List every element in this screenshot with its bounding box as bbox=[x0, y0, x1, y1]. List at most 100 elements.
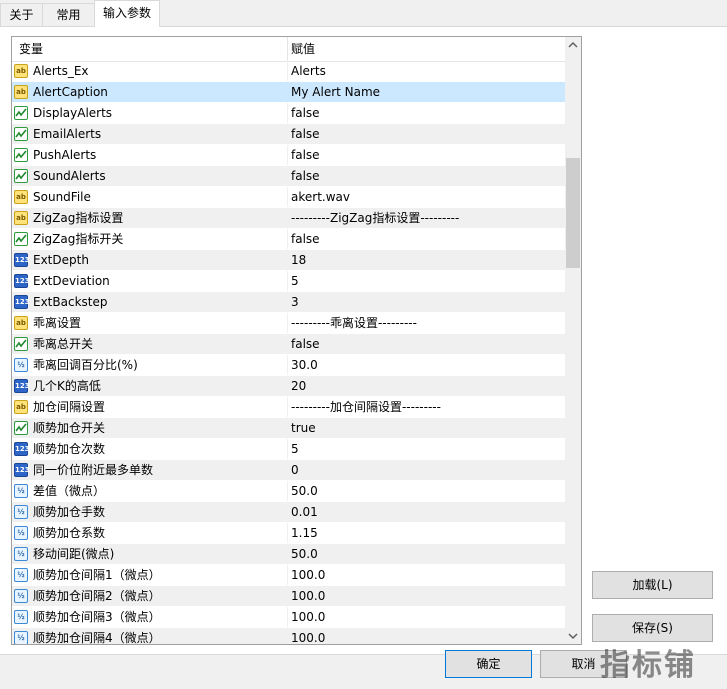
table-row[interactable]: DisplayAlerts false bbox=[12, 103, 565, 124]
parameter-name: SoundAlerts bbox=[33, 169, 106, 183]
bool-type-icon bbox=[14, 232, 28, 246]
parameter-value[interactable]: ---------加仓间隔设置--------- bbox=[291, 397, 441, 417]
grid-rows: ab Alerts_Ex Alerts ab AlertCaption My Alert … bbox=[12, 61, 565, 644]
bool-type-icon bbox=[14, 337, 28, 351]
parameter-name: ExtDepth bbox=[33, 253, 89, 267]
parameter-name: 几个K的高低 bbox=[33, 379, 101, 393]
parameter-value[interactable]: ---------乖离设置--------- bbox=[291, 313, 417, 333]
parameter-value[interactable]: 5 bbox=[291, 271, 299, 291]
string-type-icon: ab bbox=[14, 190, 28, 204]
string-type-icon: ab bbox=[14, 211, 28, 225]
table-row[interactable]: PushAlerts false bbox=[12, 145, 565, 166]
table-row[interactable]: 123 几个K的高低 20 bbox=[12, 376, 565, 397]
parameter-value[interactable]: 50.0 bbox=[291, 544, 318, 564]
parameter-value[interactable]: 0.01 bbox=[291, 502, 318, 522]
parameter-name: EmailAlerts bbox=[33, 127, 102, 141]
table-row[interactable]: ½ 顺势加仓间隔3（微点） 100.0 bbox=[12, 607, 565, 628]
scroll-down-arrow-icon[interactable] bbox=[565, 627, 581, 644]
header-separator[interactable] bbox=[287, 37, 288, 61]
table-row[interactable]: ZigZag指标开关 false bbox=[12, 229, 565, 250]
string-type-icon: ab bbox=[14, 316, 28, 330]
parameter-value[interactable]: ---------ZigZag指标设置--------- bbox=[291, 208, 459, 228]
parameter-name: 顺势加仓间隔3（微点） bbox=[33, 610, 161, 624]
table-row[interactable]: SoundAlerts false bbox=[12, 166, 565, 187]
parameter-name: 乖离回调百分比(%) bbox=[33, 358, 138, 372]
table-row[interactable]: 123 顺势加仓次数 5 bbox=[12, 439, 565, 460]
table-row[interactable]: ab 乖离设置 ---------乖离设置--------- bbox=[12, 313, 565, 334]
parameter-name: PushAlerts bbox=[33, 148, 97, 162]
table-row[interactable]: 乖离总开关 false bbox=[12, 334, 565, 355]
table-row[interactable]: ab 加仓间隔设置 ---------加仓间隔设置--------- bbox=[12, 397, 565, 418]
parameter-value[interactable]: 5 bbox=[291, 439, 299, 459]
parameter-value[interactable]: false bbox=[291, 124, 320, 144]
parameter-name: 差值（微点） bbox=[33, 484, 106, 498]
parameter-name: 顺势加仓手数 bbox=[33, 505, 106, 519]
table-row[interactable]: 123 ExtBackstep 3 bbox=[12, 292, 565, 313]
table-row[interactable]: ½ 移动间距(微点) 50.0 bbox=[12, 544, 565, 565]
parameter-value[interactable]: 100.0 bbox=[291, 607, 325, 627]
parameter-name: 顺势加仓间隔2（微点） bbox=[33, 589, 161, 603]
parameter-name: ZigZag指标设置 bbox=[33, 211, 124, 225]
vertical-scrollbar[interactable] bbox=[565, 37, 581, 644]
parameter-value[interactable]: 100.0 bbox=[291, 586, 325, 606]
header-variable[interactable]: 变量 bbox=[19, 37, 43, 61]
table-row[interactable]: ½ 顺势加仓系数 1.15 bbox=[12, 523, 565, 544]
table-row[interactable]: ½ 顺势加仓间隔2（微点） 100.0 bbox=[12, 586, 565, 607]
parameter-name: ExtDeviation bbox=[33, 274, 110, 288]
tab-input-parameters[interactable]: 输入参数 bbox=[94, 0, 160, 27]
parameter-value[interactable]: 1.15 bbox=[291, 523, 318, 543]
parameter-value[interactable]: false bbox=[291, 103, 320, 123]
parameter-value[interactable]: 50.0 bbox=[291, 481, 318, 501]
parameter-name: 加仓间隔设置 bbox=[33, 400, 106, 414]
parameter-value[interactable]: Alerts bbox=[291, 61, 326, 81]
table-row[interactable]: ½ 顺势加仓间隔1（微点） 100.0 bbox=[12, 565, 565, 586]
tab-common[interactable]: 常用 bbox=[42, 3, 95, 26]
header-value[interactable]: 赋值 bbox=[291, 37, 315, 61]
scroll-up-arrow-icon[interactable] bbox=[565, 37, 581, 54]
bool-type-icon bbox=[14, 106, 28, 120]
table-row[interactable]: 123 ExtDeviation 5 bbox=[12, 271, 565, 292]
table-row[interactable]: ½ 顺势加仓手数 0.01 bbox=[12, 502, 565, 523]
table-row[interactable]: ½ 乖离回调百分比(%) 30.0 bbox=[12, 355, 565, 376]
double-type-icon: ½ bbox=[14, 610, 28, 624]
parameter-name: 顺势加仓开关 bbox=[33, 421, 106, 435]
table-row[interactable]: ½ 顺势加仓间隔4（微点） 100.0 bbox=[12, 628, 565, 644]
parameter-value[interactable]: 100.0 bbox=[291, 565, 325, 585]
table-row[interactable]: 顺势加仓开关 true bbox=[12, 418, 565, 439]
save-button[interactable]: 保存(S) bbox=[592, 614, 713, 642]
table-row[interactable]: ab AlertCaption My Alert Name bbox=[12, 82, 565, 103]
parameter-value[interactable]: 18 bbox=[291, 250, 306, 270]
table-row[interactable]: 123 ExtDepth 18 bbox=[12, 250, 565, 271]
table-row[interactable]: ab ZigZag指标设置 ---------ZigZag指标设置--------- bbox=[12, 208, 565, 229]
parameter-name: ExtBackstep bbox=[33, 295, 108, 309]
parameter-name: 乖离总开关 bbox=[33, 337, 94, 351]
table-row[interactable]: ab Alerts_Ex Alerts bbox=[12, 61, 565, 82]
load-button[interactable]: 加载(L) bbox=[592, 571, 713, 599]
parameter-value[interactable]: false bbox=[291, 229, 320, 249]
parameter-value[interactable]: 30.0 bbox=[291, 355, 318, 375]
scrollbar-thumb[interactable] bbox=[566, 158, 580, 268]
parameter-value[interactable]: akert.wav bbox=[291, 187, 350, 207]
tab-about[interactable]: 关于 bbox=[0, 3, 43, 26]
table-row[interactable]: ½ 差值（微点） 50.0 bbox=[12, 481, 565, 502]
parameter-value[interactable]: false bbox=[291, 145, 320, 165]
double-type-icon: ½ bbox=[14, 631, 28, 644]
parameter-value[interactable]: 3 bbox=[291, 292, 299, 312]
parameter-value[interactable]: My Alert Name bbox=[291, 82, 380, 102]
parameter-value[interactable]: 100.0 bbox=[291, 628, 325, 644]
table-row[interactable]: ab SoundFile akert.wav bbox=[12, 187, 565, 208]
table-row[interactable]: EmailAlerts false bbox=[12, 124, 565, 145]
parameter-value[interactable]: 0 bbox=[291, 460, 299, 480]
parameter-value[interactable]: false bbox=[291, 334, 320, 354]
cancel-button[interactable]: 取消 bbox=[540, 650, 627, 678]
table-row[interactable]: 123 同一价位附近最多单数 0 bbox=[12, 460, 565, 481]
string-type-icon: ab bbox=[14, 85, 28, 99]
integer-type-icon: 123 bbox=[14, 379, 30, 393]
double-type-icon: ½ bbox=[14, 505, 28, 519]
integer-type-icon: 123 bbox=[14, 442, 30, 456]
ok-button[interactable]: 确定 bbox=[445, 650, 532, 678]
parameter-value[interactable]: true bbox=[291, 418, 316, 438]
parameter-name: 顺势加仓次数 bbox=[33, 442, 106, 456]
parameter-value[interactable]: false bbox=[291, 166, 320, 186]
parameter-value[interactable]: 20 bbox=[291, 376, 306, 396]
